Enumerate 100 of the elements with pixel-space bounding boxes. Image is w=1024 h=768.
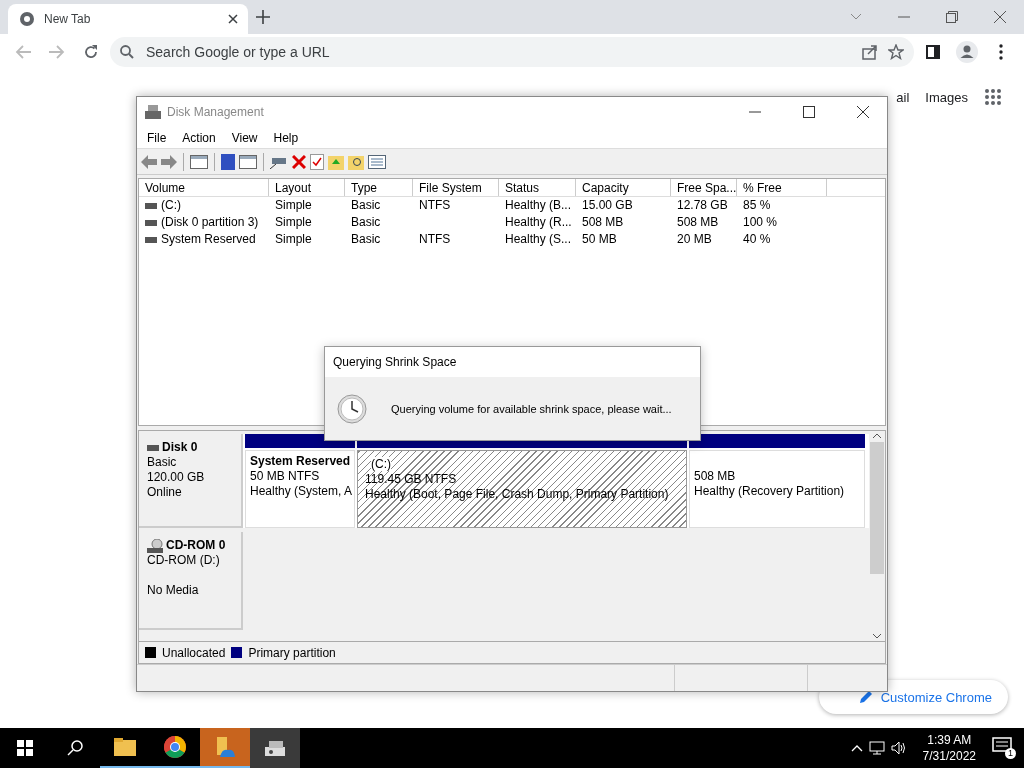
disk-info: No Media (147, 583, 199, 597)
menu-item[interactable]: View (223, 130, 266, 145)
table-cell: Simple (275, 231, 312, 248)
apps-grid-icon[interactable] (984, 88, 1002, 106)
chrome-icon (20, 12, 34, 26)
new-tab-icon[interactable] (256, 10, 270, 24)
drive-icon (145, 236, 157, 243)
delete-icon[interactable] (292, 154, 306, 169)
table-cell: (Disk 0 partition 3) (161, 214, 259, 231)
profile-icon[interactable] (956, 41, 978, 63)
table-cell: 12.78 GB (677, 197, 728, 214)
table-cell: 508 MB (677, 214, 719, 231)
table-cell: Basic (351, 197, 381, 214)
drive-icon (145, 202, 157, 209)
partition-name: System Reserved (250, 454, 351, 468)
table-cell: 100 % (743, 214, 778, 231)
header-link[interactable]: ail (896, 89, 910, 105)
volume-icon[interactable] (890, 741, 907, 755)
partition-status: Healthy (System, A (250, 484, 353, 498)
disk-management-icon[interactable] (264, 739, 286, 757)
windows-start-icon[interactable] (17, 740, 33, 756)
chevron-down-icon[interactable] (850, 13, 862, 21)
table-cell: 15.00 GB (582, 197, 633, 214)
restore-icon[interactable] (946, 11, 958, 23)
chevron-up-icon[interactable] (850, 744, 863, 752)
star-icon[interactable] (888, 44, 904, 60)
clock-icon (337, 393, 367, 424)
console-tree-icon[interactable] (190, 154, 208, 169)
table-cell: Healthy (S... (505, 231, 572, 248)
disk-info: Online (147, 485, 182, 499)
disk-info: Basic (147, 455, 177, 469)
table-cell: Simple (275, 214, 312, 231)
folder-up-icon[interactable] (328, 153, 344, 170)
side-panel-icon[interactable] (926, 45, 940, 59)
partition-status: Healthy (Recovery Partition) (694, 484, 845, 498)
folder-search-icon[interactable] (348, 153, 364, 170)
chrome-icon[interactable] (164, 736, 186, 758)
column-header[interactable]: Type (345, 179, 413, 196)
menu-icon[interactable] (999, 44, 1003, 60)
browser-tab[interactable]: New Tab (8, 4, 248, 34)
header-link[interactable]: Images (925, 89, 968, 105)
file-explorer-icon[interactable] (214, 736, 236, 758)
column-header[interactable]: Volume (139, 179, 269, 196)
table-cell: 40 % (743, 231, 771, 248)
drive-icon (145, 219, 157, 226)
menu-item[interactable]: Action (174, 130, 224, 145)
table-cell: Healthy (R... (505, 214, 572, 231)
close-icon[interactable] (994, 11, 1006, 23)
disk-name: Disk 0 (162, 440, 198, 455)
pencil-icon (858, 690, 873, 704)
legend-label: Unallocated (162, 645, 226, 660)
table-cell: Healthy (B... (505, 197, 572, 214)
scroll-up-icon[interactable] (873, 433, 881, 438)
partition-block[interactable]: 508 MB Healthy (Recovery Partition) (689, 450, 865, 528)
table-cell: Basic (351, 231, 381, 248)
table-cell: (C:) (161, 197, 181, 214)
clock-time: 1:39 AM (927, 732, 972, 748)
maximize-icon[interactable] (803, 106, 815, 118)
address-bar[interactable]: Search Google or type a URL (110, 37, 914, 67)
scrollbar[interactable] (869, 431, 885, 641)
reload-icon[interactable] (83, 44, 99, 60)
column-header[interactable]: Status (499, 179, 576, 196)
menu-item[interactable]: Help (265, 130, 307, 145)
partition-status: Healthy (Boot, Page File, Crash Dump, Primary Partition) (365, 487, 669, 501)
network-icon[interactable] (868, 741, 885, 755)
menu-item[interactable]: File (139, 130, 175, 145)
legend-label: Primary partition (248, 645, 336, 660)
tab-title: New Tab (44, 12, 92, 26)
share-icon[interactable] (862, 44, 878, 60)
table-cell: 85 % (743, 197, 771, 214)
close-icon[interactable] (857, 106, 869, 118)
window-title: Disk Management (167, 105, 265, 119)
disk-management-icon (145, 105, 161, 119)
disk-name: CD-ROM 0 (166, 538, 226, 553)
partition-block[interactable]: (C:) 119.45 GB NTFS Healthy (Boot, Page File, Crash Dump, Primary Partition) (357, 450, 687, 528)
column-header[interactable]: % Free (737, 179, 827, 196)
checklist-icon[interactable] (310, 153, 324, 170)
properties-icon[interactable] (368, 154, 386, 169)
scroll-down-icon[interactable] (873, 634, 881, 639)
table-cell: Simple (275, 197, 312, 214)
table-cell: System Reserved (161, 231, 256, 248)
search-icon[interactable] (67, 740, 83, 756)
disk-info: CD-ROM (D:) (147, 553, 220, 567)
column-header[interactable]: Free Spa... (671, 179, 737, 196)
table-cell: 50 MB (582, 231, 617, 248)
back-icon[interactable] (141, 154, 157, 169)
folder-icon[interactable] (114, 738, 136, 756)
forward-icon[interactable] (161, 154, 177, 169)
partition-block[interactable]: System Reserved 50 MB NTFS Healthy (System, A (245, 450, 355, 528)
table-cell: 508 MB (582, 214, 624, 231)
column-header[interactable]: File System (413, 179, 499, 196)
clock-date: 7/31/2022 (922, 748, 976, 764)
action-pane-icon[interactable] (239, 154, 257, 169)
close-icon[interactable] (228, 14, 238, 24)
column-header[interactable]: Layout (269, 179, 345, 196)
column-header[interactable]: Capacity (576, 179, 671, 196)
taskbar-clock[interactable]: 1:39 AM 7/31/2022 (912, 732, 986, 764)
partition-size: 50 MB NTFS (250, 469, 320, 483)
disk-info: 120.00 GB (147, 470, 205, 484)
table-cell: NTFS (419, 197, 451, 214)
